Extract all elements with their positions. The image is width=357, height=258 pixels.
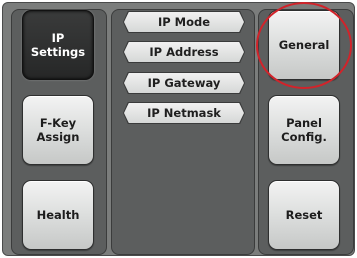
panel-config-button[interactable]: Panel Config. <box>268 95 340 165</box>
health-button[interactable]: Health <box>22 180 94 250</box>
ip-netmask-tag[interactable]: IP Netmask <box>124 103 244 123</box>
ip-gateway-tag[interactable]: IP Gateway <box>124 73 244 93</box>
ip-settings-button[interactable]: IP Settings <box>22 10 94 80</box>
ip-mode-tag[interactable]: IP Mode <box>124 12 244 32</box>
reset-button[interactable]: Reset <box>268 180 340 250</box>
ip-address-tag[interactable]: IP Address <box>124 42 244 62</box>
general-button[interactable]: General <box>268 10 340 80</box>
f-key-assign-button[interactable]: F-Key Assign <box>22 95 94 165</box>
